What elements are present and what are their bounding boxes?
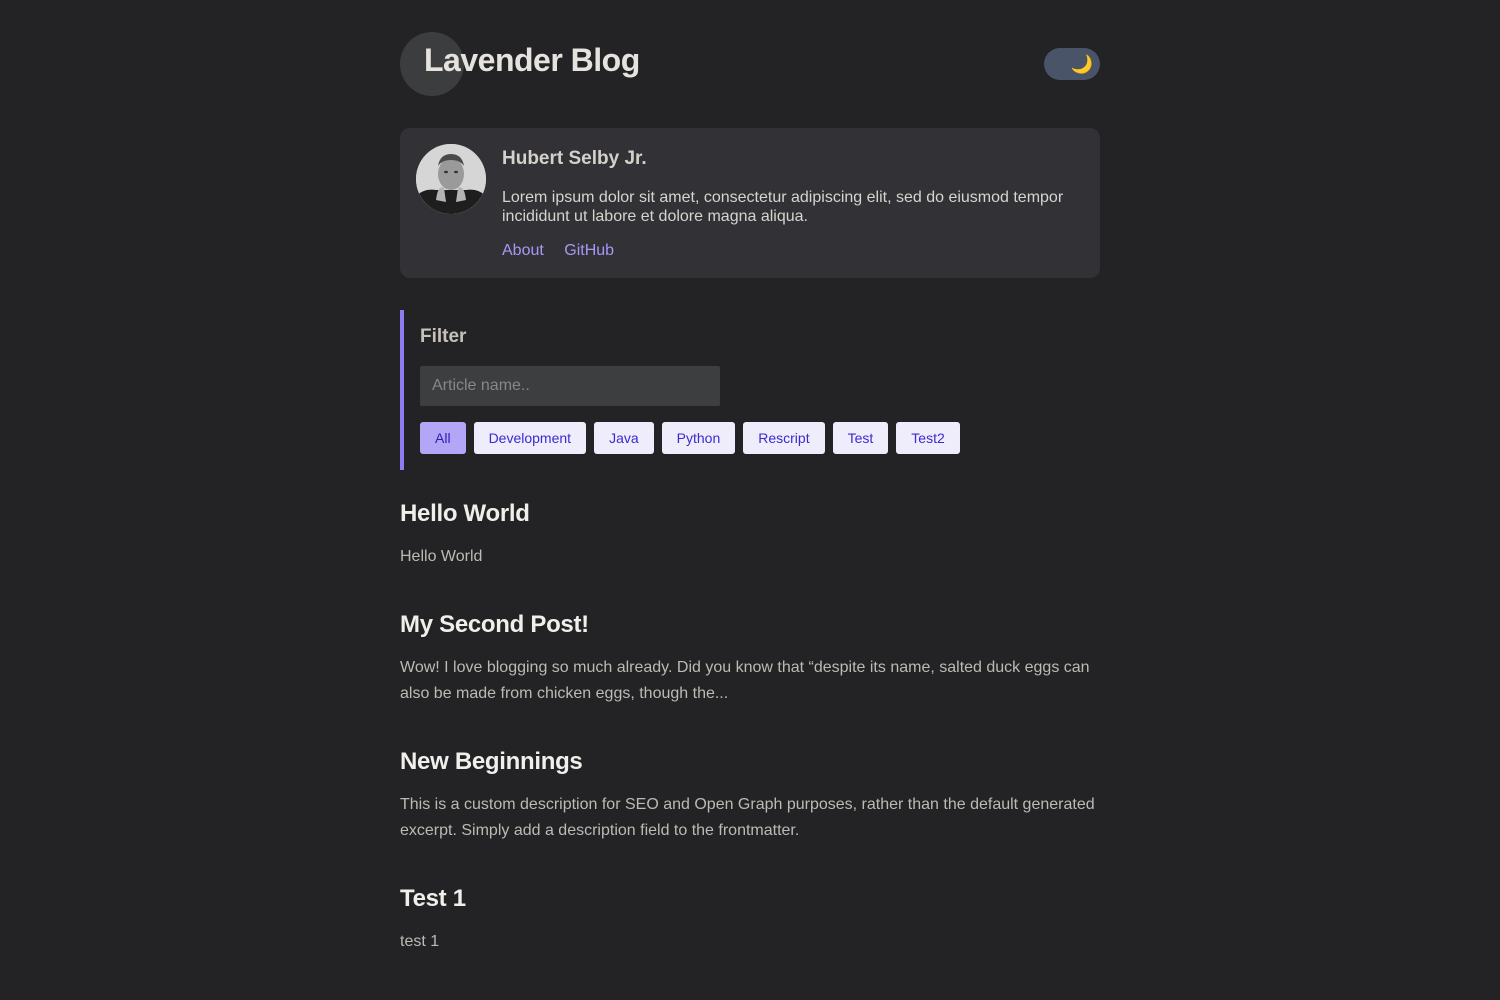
- moon-icon: 🌙: [1070, 54, 1094, 74]
- tag-test2[interactable]: Test2: [896, 422, 960, 454]
- post-title[interactable]: My Second Post!: [400, 611, 1100, 639]
- tag-test[interactable]: Test: [832, 422, 889, 454]
- profile-links: About GitHub: [502, 242, 630, 260]
- post-excerpt: This is a custom description for SEO and…: [400, 796, 1095, 839]
- profile-name: Hubert Selby Jr.: [502, 148, 647, 169]
- page-container: Lavender Blog 🌙 Hubert Selby Jr. Lorem i…: [400, 0, 1100, 996]
- post-excerpt: Wow! I love blogging so much already. Di…: [400, 659, 1090, 702]
- post-item: New Beginnings This is a custom descript…: [400, 748, 1100, 844]
- post-title[interactable]: New Beginnings: [400, 748, 1100, 776]
- tag-all[interactable]: All: [420, 422, 466, 454]
- post-list: Hello World Hello World My Second Post! …: [400, 500, 1100, 955]
- post-item: My Second Post! Wow! I love blogging so …: [400, 611, 1100, 707]
- post-item: Test 1 test 1: [400, 885, 1100, 955]
- tag-rescript[interactable]: Rescript: [743, 422, 825, 454]
- site-header: Lavender Blog 🌙: [400, 0, 1100, 128]
- profile-card: Hubert Selby Jr. Lorem ipsum dolor sit a…: [400, 128, 1100, 278]
- tag-development[interactable]: Development: [473, 422, 587, 454]
- tag-java[interactable]: Java: [594, 422, 654, 454]
- github-link[interactable]: GitHub: [564, 242, 614, 259]
- profile-bio: Lorem ipsum dolor sit amet, consectetur …: [502, 189, 1064, 225]
- tag-list: All Development Java Python Rescript Tes…: [420, 422, 960, 454]
- post-title[interactable]: Hello World: [400, 500, 1100, 528]
- post-item: Hello World Hello World: [400, 500, 1100, 570]
- tag-python[interactable]: Python: [661, 422, 736, 454]
- avatar: [416, 144, 486, 214]
- theme-toggle[interactable]: 🌙: [1044, 48, 1100, 80]
- filter-title: Filter: [420, 326, 467, 347]
- avatar-portrait: [416, 144, 486, 214]
- filter-panel: Filter All Development Java Python Rescr…: [400, 310, 1100, 470]
- post-excerpt: Hello World: [400, 548, 483, 565]
- site-title[interactable]: Lavender Blog: [424, 42, 640, 79]
- post-title[interactable]: Test 1: [400, 885, 1100, 913]
- about-link[interactable]: About: [502, 242, 544, 259]
- article-search-input[interactable]: [420, 366, 720, 406]
- post-excerpt: test 1: [400, 933, 440, 950]
